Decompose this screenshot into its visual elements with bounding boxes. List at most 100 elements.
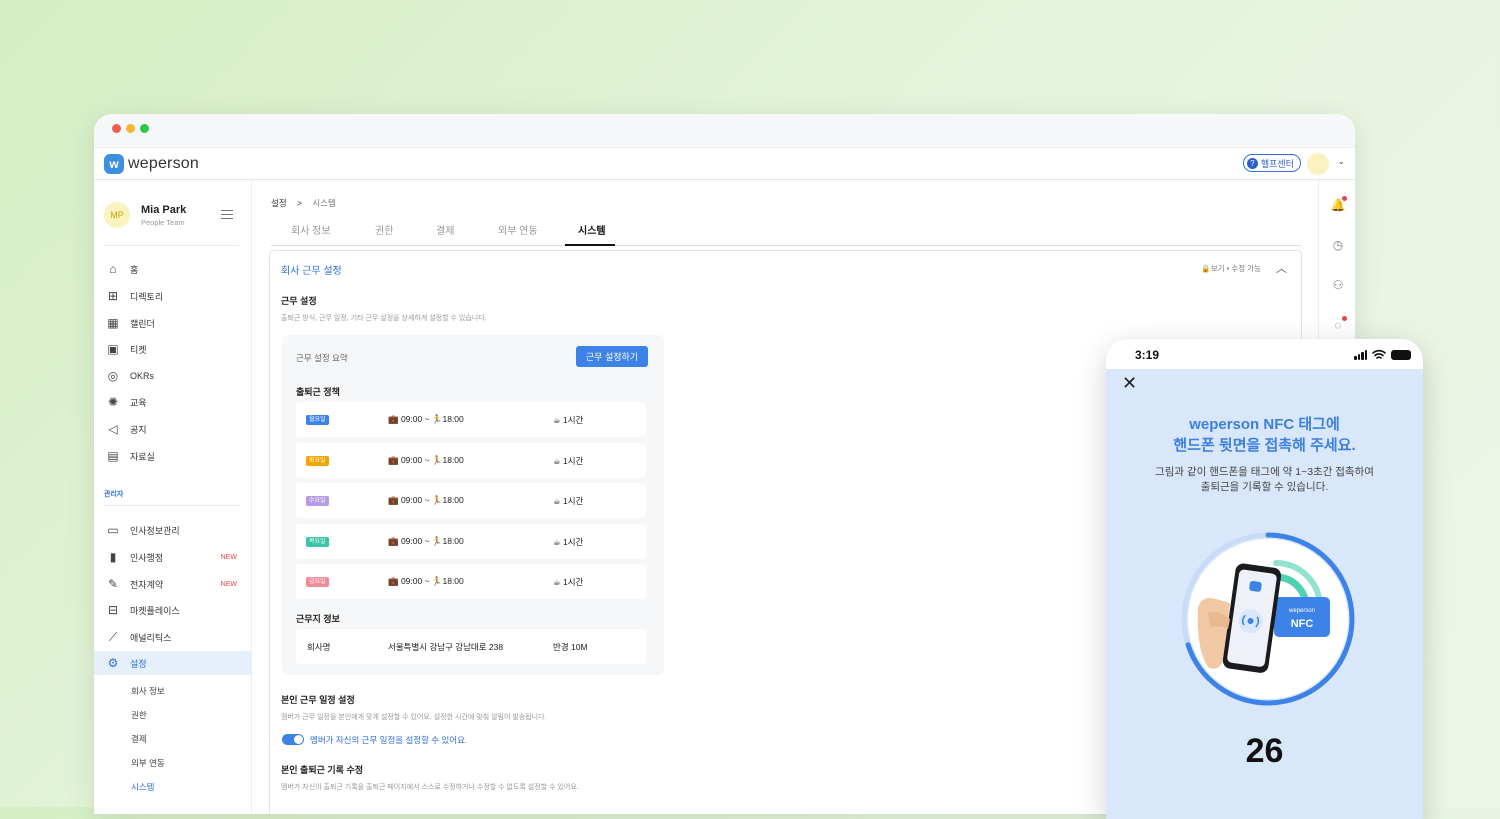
day-row-friday: 금요일 💼 09:00 ~ 🏃18:00 ☕ 1시간 <box>296 564 646 599</box>
headline-line2: 핸드폰 뒷면을 접촉해 주세요. <box>1173 437 1356 454</box>
sidebar-item-archive[interactable]: ▤ 자료실 <box>94 444 252 468</box>
settings-sub-company[interactable]: 회사 정보 <box>131 685 165 697</box>
notification-dot <box>1342 196 1347 201</box>
settings-sub-system[interactable]: 시스템 <box>131 781 154 793</box>
chevron-down-icon[interactable]: ⌄ <box>1337 156 1345 167</box>
sidebar-item-home[interactable]: ⌂ 홈 <box>94 257 252 281</box>
sidebar-item-education[interactable]: ✺ 교육 <box>94 390 252 414</box>
instruction-line1: 그림과 같이 핸드폰을 태그에 약 1~3초간 접촉하여 <box>1155 466 1374 478</box>
location-row: 회사명 서울특별시 강남구 강남대로 238 반경 10M <box>296 629 646 664</box>
sidebar-item-notice[interactable]: ◁ 공지 <box>94 417 252 441</box>
divider <box>104 245 239 246</box>
day-row-monday: 월요일 💼 09:00 ~ 🏃18:00 ☕ 1시간 <box>296 402 646 437</box>
breadcrumb-current: 시스템 <box>312 198 336 208</box>
sidebar-item-settings[interactable]: ⚙ 설정 <box>94 651 252 675</box>
sidebar-item-hr-info[interactable]: ▭ 인사정보관리 <box>94 518 252 542</box>
contract-icon: ✎ <box>107 577 119 591</box>
sidebar-item-okrs[interactable]: ◎ OKRs <box>94 364 252 388</box>
day-badge: 수요일 <box>306 496 329 506</box>
sidebar-item-ticket[interactable]: ▣ 티켓 <box>94 337 252 361</box>
breadcrumb-separator: > <box>297 198 302 208</box>
collapse-chevron-icon[interactable]: ︿ <box>1276 260 1287 276</box>
home-icon: ⌂ <box>109 262 117 276</box>
breadcrumb-root[interactable]: 설정 <box>271 198 287 208</box>
battery-icon <box>1391 349 1411 360</box>
sidebar-item-marketplace[interactable]: ⊟ 마켓플레이스 <box>94 598 252 622</box>
day-badge: 목요일 <box>306 537 329 547</box>
location-title: 근무지 정보 <box>296 614 340 624</box>
close-dot[interactable] <box>112 124 121 133</box>
breadcrumb: 설정 > 시스템 <box>271 197 336 209</box>
section-title: 근무 설정 <box>281 296 317 306</box>
nfc-headline: weperson NFC 태그에 핸드폰 뒷면을 접촉해 주세요. <box>1106 414 1423 456</box>
nfc-illustration: weperson NFC <box>1181 532 1355 706</box>
sidebar-item-label: 인사행정 <box>130 552 164 563</box>
section-title: 본인 출퇴근 기록 수정 <box>281 765 364 775</box>
work-summary-box: 근무 설정 요약 근무 설정하기 출퇴근 정책 월요일 💼 09:00 ~ 🏃1… <box>282 335 664 675</box>
day-badge: 금요일 <box>306 577 329 587</box>
location-radius: 반경 10M <box>553 642 588 652</box>
panel-title: 회사 근무 설정 <box>281 266 342 277</box>
status-icons <box>1354 349 1411 360</box>
logo[interactable]: w weperson <box>104 154 199 174</box>
company-address: 서울특별시 강남구 강남대로 238 <box>388 642 504 652</box>
admin-section-label: 관리자 <box>104 491 124 498</box>
work-hours: 💼 09:00 ~ 🏃18:00 <box>388 536 464 546</box>
header-avatar[interactable] <box>1307 153 1329 175</box>
profile[interactable]: MP Mia Park People Team <box>104 202 186 228</box>
headline-line1: weperson NFC 태그에 <box>1189 416 1340 433</box>
sidebar-item-e-contract[interactable]: ✎ 전자계약 NEW <box>94 572 252 596</box>
settings-sub-billing[interactable]: 결제 <box>131 733 147 745</box>
sidebar-item-label: 디렉토리 <box>130 291 164 302</box>
new-badge: NEW <box>220 580 237 588</box>
maximize-dot[interactable] <box>140 124 149 133</box>
tab-company-info[interactable]: 회사 정보 <box>291 222 331 237</box>
settings-sub-integration[interactable]: 외부 연동 <box>131 757 165 769</box>
day-row-tuesday: 화요일 💼 09:00 ~ 🏃18:00 ☕ 1시간 <box>296 443 646 478</box>
sidebar-item-analytics[interactable]: ⟋ 애널리틱스 <box>94 625 252 649</box>
tab-billing[interactable]: 결제 <box>436 222 454 237</box>
settings-sub-permission[interactable]: 권한 <box>131 709 147 721</box>
section-title: 본인 근무 일정 설정 <box>281 695 355 705</box>
close-icon[interactable]: ✕ <box>1122 373 1137 394</box>
break-time: ☕ 1시간 <box>553 496 584 506</box>
nfc-tag-brand: weperson <box>1288 608 1315 614</box>
sidebar-item-calendar[interactable]: ▦ 캘린더 <box>94 311 252 335</box>
tab-system[interactable]: 시스템 <box>578 222 606 237</box>
menu-icon[interactable] <box>221 210 233 219</box>
sidebar-item-hr-admin[interactable]: ▮ 인사행정 NEW <box>94 545 252 569</box>
permission-label: 🔒보기 • 수정 가능 <box>1201 264 1261 273</box>
help-center-button[interactable]: ? 헬프센터 <box>1242 154 1301 172</box>
gear-icon: ⚙ <box>107 656 119 670</box>
megaphone-icon: ◁ <box>108 422 118 436</box>
tab-bar: 회사 정보 권한 결제 외부 연동 시스템 <box>271 218 1301 246</box>
status-time: 3:19 <box>1135 348 1160 362</box>
avatar: MP <box>104 202 130 228</box>
tab-permission[interactable]: 권한 <box>375 222 393 237</box>
section-desc: 멤버가 자신의 출퇴근 기록을 출퇴근 페이지에서 스스로 수정하거나 수정할 … <box>281 784 579 791</box>
configure-work-button[interactable]: 근무 설정하기 <box>576 346 648 367</box>
notification-dot <box>1342 316 1347 321</box>
status-bar: 3:19 <box>1106 339 1423 369</box>
instruction-line2: 출퇴근을 기록할 수 있습니다. <box>1200 481 1329 493</box>
sidebar-item-label: 홈 <box>130 264 139 275</box>
policy-title: 출퇴근 정책 <box>296 387 340 397</box>
folder-user-icon: ▭ <box>107 523 119 537</box>
users-icon[interactable]: ⚇ <box>1331 278 1345 292</box>
calendar-icon: ▦ <box>107 316 119 330</box>
company-name: 회사명 <box>307 642 331 652</box>
app-logo-icon <box>1249 580 1262 592</box>
clock-icon[interactable]: ◷ <box>1331 238 1345 252</box>
logo-text: weperson <box>128 155 199 172</box>
minimize-dot[interactable] <box>126 124 135 133</box>
countdown-timer: 26 <box>1245 732 1284 770</box>
schedule-toggle[interactable] <box>282 734 304 745</box>
sidebar-item-label: OKRs <box>130 371 155 381</box>
nfc-tag <box>1274 597 1330 637</box>
tab-integration[interactable]: 외부 연동 <box>498 222 538 237</box>
mobile-phone: 3:19 ✕ weperson NFC 태그에 핸드폰 뒷면을 접촉해 주세요.… <box>1106 339 1423 819</box>
sidebar-item-directory[interactable]: ⊞ 디렉토리 <box>94 284 252 308</box>
sidebar-item-label: 티켓 <box>130 344 147 355</box>
chart-icon: ⟋ <box>108 629 118 644</box>
sidebar-item-label: 공지 <box>130 424 147 435</box>
